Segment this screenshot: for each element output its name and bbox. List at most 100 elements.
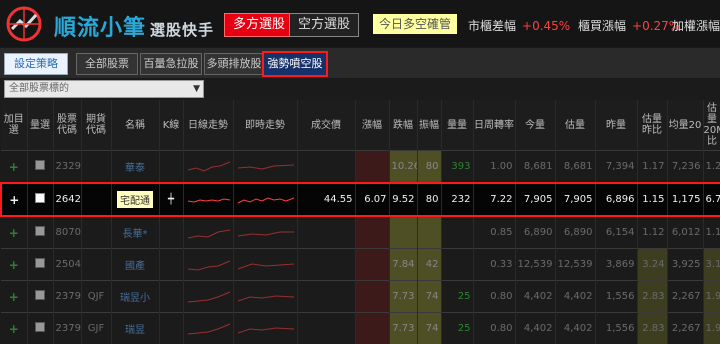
col-b: 42	[417, 249, 441, 281]
vol-ratio-prev: 2.83	[637, 281, 667, 313]
stock-filter-select[interactable]: 全部股票標的 ▼	[4, 80, 204, 98]
add-button[interactable]: +	[1, 216, 27, 249]
col-a: 10.26	[389, 151, 417, 184]
futures-code	[81, 151, 111, 184]
vol-ratio	[441, 249, 473, 281]
col-header[interactable]: 昨量	[595, 100, 637, 151]
ma20: 2,267	[667, 313, 703, 344]
est-vol: 7,905	[555, 183, 595, 216]
change	[355, 281, 389, 313]
col-header[interactable]: 成交價	[297, 100, 355, 151]
stock-name-cell[interactable]: 國產	[111, 249, 159, 281]
futures-code: GJF	[81, 313, 111, 344]
col-header[interactable]: K線	[159, 100, 183, 151]
turnover: 0.33	[473, 249, 515, 281]
row-checkbox[interactable]	[27, 216, 53, 249]
price: 44.55	[297, 183, 355, 216]
col-header[interactable]: 均量20	[667, 100, 703, 151]
add-button[interactable]: +	[1, 313, 27, 344]
col-header[interactable]: 振幅	[417, 100, 441, 151]
stock-name-cell[interactable]: 長華*	[111, 216, 159, 249]
stat-taiex-change: 加權漲幅	[672, 17, 720, 34]
vol-ratio-prev: 1.15	[637, 183, 667, 216]
col-header[interactable]: 量選	[27, 100, 53, 151]
stock-name-cell[interactable]: 瑞昱小	[111, 281, 159, 313]
stock-name-cell[interactable]: 宅配通	[111, 183, 159, 216]
col-b: 80	[417, 183, 441, 216]
chevron-down-icon: ▼	[193, 81, 200, 97]
table-row[interactable]: + 2329 華泰 10.26 80 393 1.00 8,681 8,681 …	[1, 151, 720, 184]
col-header[interactable]: 量量	[441, 100, 473, 151]
stock-name: 長華*	[120, 224, 151, 241]
change	[355, 216, 389, 249]
col-header[interactable]: 期貨代碼	[81, 100, 111, 151]
col-header[interactable]: 估量	[555, 100, 595, 151]
col-b	[417, 216, 441, 249]
stock-name-cell[interactable]: 華泰	[111, 151, 159, 184]
intraday-trend-cell	[233, 151, 297, 184]
stock-code: 2504	[53, 249, 81, 281]
add-button[interactable]: +	[1, 151, 27, 184]
daily-trend-cell	[183, 216, 233, 249]
col-header[interactable]: 名稱	[111, 100, 159, 151]
row-checkbox[interactable]	[27, 313, 53, 344]
add-button[interactable]: +	[1, 183, 27, 216]
daily-trend-cell	[183, 249, 233, 281]
stock-code: 2379	[53, 313, 81, 344]
col-header[interactable]: 估量昨比	[637, 100, 667, 151]
prev-vol: 1,556	[595, 281, 637, 313]
add-button[interactable]: +	[1, 249, 27, 281]
setup-strategy-button[interactable]: 設定策略	[4, 53, 68, 75]
daily-trend-button[interactable]: 今日多空確管	[373, 14, 457, 34]
table-row[interactable]: + 8070 長華* 0.85 6,890 6,890 6,154 1.12 6…	[1, 216, 720, 249]
col-header[interactable]: 日線走勢	[183, 100, 233, 151]
change	[355, 249, 389, 281]
vol-ratio: 25	[441, 313, 473, 344]
kline-cell	[159, 151, 183, 184]
col-header[interactable]: 日周轉率	[473, 100, 515, 151]
row-checkbox[interactable]	[27, 183, 53, 216]
table-row-selected[interactable]: + 2642 宅配通 ┿ 44.55 6.07 9.52 80 232 7.22…	[1, 183, 720, 216]
est-vol: 12,539	[555, 249, 595, 281]
col-header[interactable]: 加目選	[1, 100, 27, 151]
tab-all-stocks[interactable]: 全部股票	[76, 53, 138, 75]
daily-trend-cell	[183, 151, 233, 184]
prev-vol: 1,556	[595, 313, 637, 344]
ma20-ratio: 1.20	[703, 151, 720, 184]
stock-name-cell[interactable]: 瑞昱	[111, 313, 159, 344]
col-header[interactable]: 漲幅	[355, 100, 389, 151]
turnover: 0.80	[473, 281, 515, 313]
tab-volume-surge[interactable]: 百量急拉股	[140, 53, 202, 75]
col-header[interactable]: 股票代碼	[53, 100, 81, 151]
col-header[interactable]: 跌幅	[389, 100, 417, 151]
price	[297, 216, 355, 249]
app-title: 順流小筆選股快手	[54, 10, 214, 42]
row-checkbox[interactable]	[27, 281, 53, 313]
long-mode-button[interactable]: 多方選股	[224, 13, 294, 37]
table-row[interactable]: + 2504 國產 7.84 42 0.33 12,539 12,539 3,8…	[1, 249, 720, 281]
est-vol: 6,890	[555, 216, 595, 249]
table-row[interactable]: + 2379 GJF 瑞昱 7.73 74 25 0.80 4,402 4,40…	[1, 313, 720, 344]
daily-sparkline	[186, 286, 232, 308]
short-mode-button[interactable]: 空方選股	[289, 13, 359, 37]
stat-label: 櫃買漲幅	[578, 19, 626, 33]
row-checkbox[interactable]	[27, 151, 53, 184]
tab-strong-momentum[interactable]: 強勢噴空股	[262, 51, 328, 77]
turnover: 7.22	[473, 183, 515, 216]
daily-sparkline	[186, 189, 232, 211]
ma20: 1,175	[667, 183, 703, 216]
stat-otc-change: 櫃買漲幅+0.27%	[578, 17, 680, 34]
ma20: 2,267	[667, 281, 703, 313]
turnover: 1.00	[473, 151, 515, 184]
col-b: 80	[417, 151, 441, 184]
tab-bull-trend[interactable]: 多頭排放股	[204, 53, 264, 75]
add-button[interactable]: +	[1, 281, 27, 313]
col-header[interactable]: 即時走勢	[233, 100, 297, 151]
daily-trend-cell	[183, 281, 233, 313]
intraday-sparkline	[236, 286, 296, 308]
col-header[interactable]: 估量20MA比	[703, 100, 720, 151]
daily-sparkline	[186, 318, 232, 340]
table-row[interactable]: + 2379 QJF 瑞昱小 7.73 74 25 0.80 4,402 4,4…	[1, 281, 720, 313]
col-header[interactable]: 今量	[515, 100, 555, 151]
row-checkbox[interactable]	[27, 249, 53, 281]
